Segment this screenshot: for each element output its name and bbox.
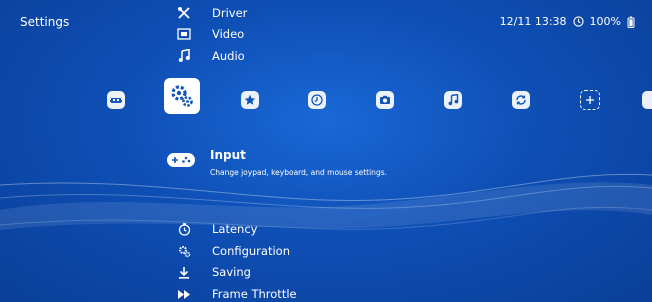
selected-menu-item-input[interactable]: Input Change joypad, keyboard, and mouse… xyxy=(166,148,387,177)
wrench-screwdriver-icon xyxy=(176,5,192,21)
clock-icon xyxy=(572,16,584,27)
clock-icon xyxy=(308,91,326,109)
plus-icon xyxy=(580,90,600,110)
download-icon xyxy=(176,264,192,280)
menu-item-video[interactable]: Video xyxy=(176,26,244,42)
retroarch-invader-icon xyxy=(107,91,125,109)
status-bar: 12/11 13:38 100% xyxy=(500,15,638,28)
gamepad-icon xyxy=(166,152,196,174)
selected-item-label: Input xyxy=(210,148,246,162)
menu-item-audio[interactable]: Audio xyxy=(176,48,245,64)
menu-item-latency[interactable]: Latency xyxy=(176,221,257,237)
menu-item-frame-throttle[interactable]: Frame Throttle xyxy=(176,286,297,302)
tab-history[interactable] xyxy=(307,90,327,110)
battery-level: 100% xyxy=(589,15,621,28)
tab-images[interactable] xyxy=(375,90,395,110)
camera-icon xyxy=(376,91,394,109)
gears-small-icon xyxy=(176,243,192,259)
tab-partial[interactable] xyxy=(642,90,652,110)
tab-add[interactable] xyxy=(580,90,600,110)
tab-netplay[interactable] xyxy=(511,90,531,110)
video-icon xyxy=(176,26,192,42)
menu-item-saving[interactable]: Saving xyxy=(176,264,251,280)
stopwatch-icon xyxy=(176,221,192,237)
tab-favorites[interactable] xyxy=(240,90,260,110)
star-icon xyxy=(241,91,259,109)
page-title: Settings xyxy=(20,15,70,29)
menu-item-driver[interactable]: Driver xyxy=(176,5,247,21)
music-icon xyxy=(444,91,462,109)
fast-forward-icon xyxy=(176,286,192,302)
selected-item-description: Change joypad, keyboard, and mouse setti… xyxy=(210,168,387,177)
gears-icon xyxy=(164,78,200,114)
category-tab-bar xyxy=(0,78,652,122)
tab-settings[interactable] xyxy=(164,78,200,114)
tab-main-menu[interactable] xyxy=(106,90,126,110)
battery-icon xyxy=(627,16,638,28)
netplay-icon xyxy=(512,91,530,109)
tab-music[interactable] xyxy=(443,90,463,110)
menu-item-configuration[interactable]: Configuration xyxy=(176,243,290,259)
tab-edge-icon xyxy=(642,91,652,109)
datetime: 12/11 13:38 xyxy=(499,15,567,28)
music-note-icon xyxy=(176,48,192,64)
